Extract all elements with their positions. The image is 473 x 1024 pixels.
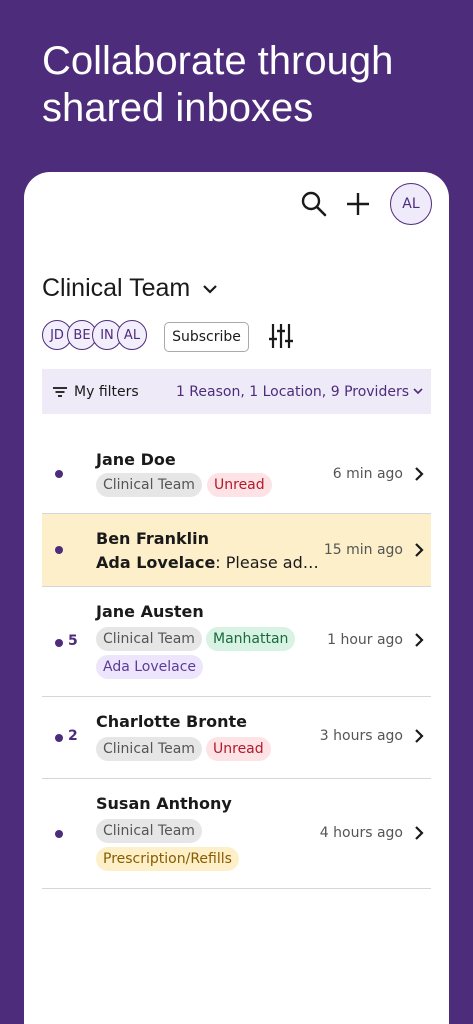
message-preview: Ada Lovelace: Please add t… [96, 553, 324, 572]
tag-team: Clinical Team [96, 627, 202, 651]
tag-team: Clinical Team [96, 737, 202, 761]
headline-line-1: Collaborate through [42, 39, 394, 83]
conversation-row[interactable]: 5 Jane Austen Clinical Team Manhattan Ad… [42, 587, 431, 697]
contact-name: Susan Anthony [96, 794, 232, 813]
unread-dot [55, 470, 63, 478]
filters-label: My filters [74, 383, 139, 400]
timestamp: 1 hour ago [327, 632, 403, 648]
team-selector[interactable]: Clinical Team [42, 274, 218, 303]
timestamp: 6 min ago [332, 466, 403, 482]
tag-team: Clinical Team [96, 473, 202, 497]
conversation-row[interactable]: Jane Doe Clinical Team Unread 6 min ago [42, 434, 431, 514]
inbox-card: AL Clinical Team JD BE IN AL Subscribe M… [24, 172, 449, 1024]
preview-sender: Ada Lovelace [96, 553, 216, 572]
conversation-row[interactable]: Susan Anthony Clinical Team Prescription… [42, 779, 431, 889]
team-title: Clinical Team [42, 274, 191, 302]
conversation-list: Jane Doe Clinical Team Unread 6 min ago … [42, 434, 431, 889]
timestamp: 15 min ago [323, 542, 403, 558]
tag-provider: Ada Lovelace [96, 655, 204, 679]
chevron-right-icon [415, 633, 424, 647]
chevron-down-icon [413, 388, 423, 395]
contact-name: Ben Franklin [96, 529, 209, 548]
filter-icon [53, 386, 67, 397]
page-headline: Collaborate through shared inboxes [42, 38, 462, 132]
chevron-down-icon [203, 284, 217, 294]
conversation-row[interactable]: Ben Franklin Ada Lovelace: Please add t…… [42, 514, 431, 587]
unread-dot [55, 830, 63, 838]
timestamp: 4 hours ago [319, 825, 403, 841]
tag-reason: Prescription/Refills [96, 847, 239, 871]
contact-name: Jane Doe [96, 450, 176, 469]
filter-bar[interactable]: My filters 1 Reason, 1 Location, 9 Provi… [42, 369, 431, 414]
filters-summary-text: 1 Reason, 1 Location, 9 Providers [175, 383, 409, 400]
user-avatar[interactable]: AL [390, 183, 432, 225]
unread-count: 2 [68, 728, 78, 744]
filters-summary[interactable]: 1 Reason, 1 Location, 9 Providers [176, 384, 423, 400]
tag-team: Clinical Team [96, 819, 202, 843]
tag-location: Manhattan [206, 627, 296, 651]
contact-name: Charlotte Bronte [96, 712, 247, 731]
member-avatar: AL [117, 320, 147, 350]
headline-line-2: shared inboxes [42, 86, 314, 130]
conversation-row[interactable]: 2 Charlotte Bronte Clinical Team Unread … [42, 697, 431, 779]
timestamp: 3 hours ago [319, 728, 403, 744]
tag-unread: Unread [206, 737, 271, 761]
unread-dot [55, 546, 63, 554]
preview-text: : Please add t… [215, 553, 324, 572]
subscribe-button[interactable]: Subscribe [164, 322, 249, 352]
add-icon[interactable] [344, 190, 372, 218]
chevron-right-icon [415, 729, 424, 743]
search-icon[interactable] [300, 190, 328, 218]
tune-icon[interactable] [268, 322, 294, 350]
unread-dot [55, 639, 63, 647]
unread-count: 5 [68, 633, 78, 649]
unread-dot [55, 734, 63, 742]
tag-unread: Unread [207, 473, 272, 497]
chevron-right-icon [415, 467, 424, 481]
chevron-right-icon [415, 826, 424, 840]
chevron-right-icon [415, 543, 424, 557]
contact-name: Jane Austen [96, 602, 204, 621]
